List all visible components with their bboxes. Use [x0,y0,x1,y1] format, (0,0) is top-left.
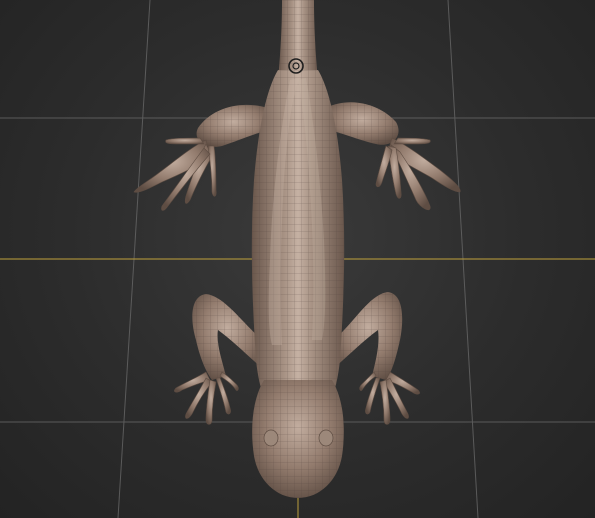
viewport-canvas[interactable] [0,0,595,518]
lizard-head[interactable] [252,380,344,498]
left-eye [263,429,279,447]
rear-right-limb[interactable] [334,292,420,425]
lizard-torso[interactable] [251,70,345,400]
lizard-model[interactable] [133,0,461,498]
3d-viewport[interactable]: lizard [0,0,595,518]
right-eye [318,429,334,447]
front-left-limb[interactable] [133,104,270,211]
rear-left-limb[interactable] [174,294,262,425]
